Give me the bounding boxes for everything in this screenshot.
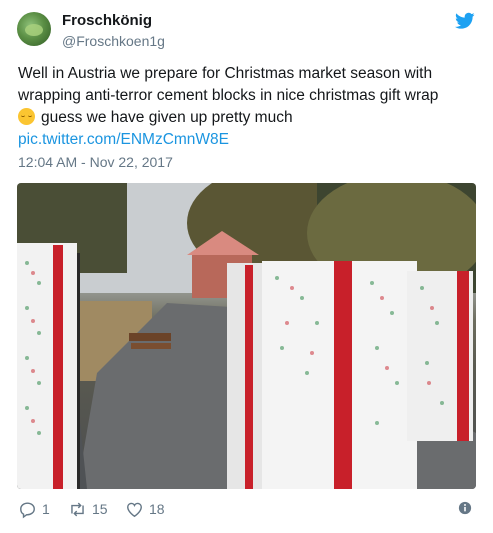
photo-wrapped-block-middle-side <box>227 263 262 489</box>
tweet-text-line: Well in Austria we prepare for Christmas… <box>18 65 433 82</box>
photo-wrapped-block-left <box>17 243 77 489</box>
tweet-card: Froschkönig @Froschkoen1g Well in Austri… <box>0 0 493 533</box>
info-icon[interactable] <box>458 501 472 515</box>
user-handle[interactable]: @Froschkoen1g <box>62 33 165 49</box>
like-count: 18 <box>149 501 165 517</box>
reply-count: 1 <box>42 501 50 517</box>
tweet-media-link[interactable]: pic.twitter.com/ENMzCmnW8E <box>18 131 229 148</box>
tweet-text-line: wrapping anti-terror cement blocks in ni… <box>18 87 439 104</box>
tweet-actions: 1 15 18 <box>18 498 478 522</box>
photo-illustration <box>17 183 476 489</box>
retweet-count: 15 <box>92 501 108 517</box>
display-name[interactable]: Froschkönig <box>62 12 152 29</box>
tweet-link-line: pic.twitter.com/ENMzCmnW8E <box>18 129 480 151</box>
heart-icon <box>127 502 142 517</box>
tweet-text-line: guess we have given up pretty much <box>18 107 480 129</box>
photo-ribbon-right <box>457 271 469 441</box>
photo-ribbon-left <box>53 245 63 489</box>
photo-bench-back <box>131 343 171 349</box>
avatar[interactable] <box>17 12 51 46</box>
photo-ribbon-middle-side <box>245 265 253 489</box>
tweet-photo[interactable] <box>17 183 476 489</box>
like-action[interactable]: 18 <box>125 498 165 520</box>
tweet-text-fragment: guess we have given up pretty much <box>41 109 293 126</box>
twitter-bird-icon[interactable] <box>455 12 475 30</box>
reply-action[interactable]: 1 <box>18 498 50 520</box>
relieved-face-emoji-icon <box>18 108 35 125</box>
retweet-action[interactable]: 15 <box>68 498 108 520</box>
retweet-icon <box>71 502 84 516</box>
photo-block-shadow-left <box>77 253 80 489</box>
tweet-text: Well in Austria we prepare for Christmas… <box>18 63 480 151</box>
reply-icon <box>20 501 35 518</box>
photo-bench-seat <box>129 333 171 341</box>
tweet-timestamp[interactable]: 12:04 AM - Nov 22, 2017 <box>18 154 173 170</box>
photo-ribbon-middle <box>334 261 352 489</box>
